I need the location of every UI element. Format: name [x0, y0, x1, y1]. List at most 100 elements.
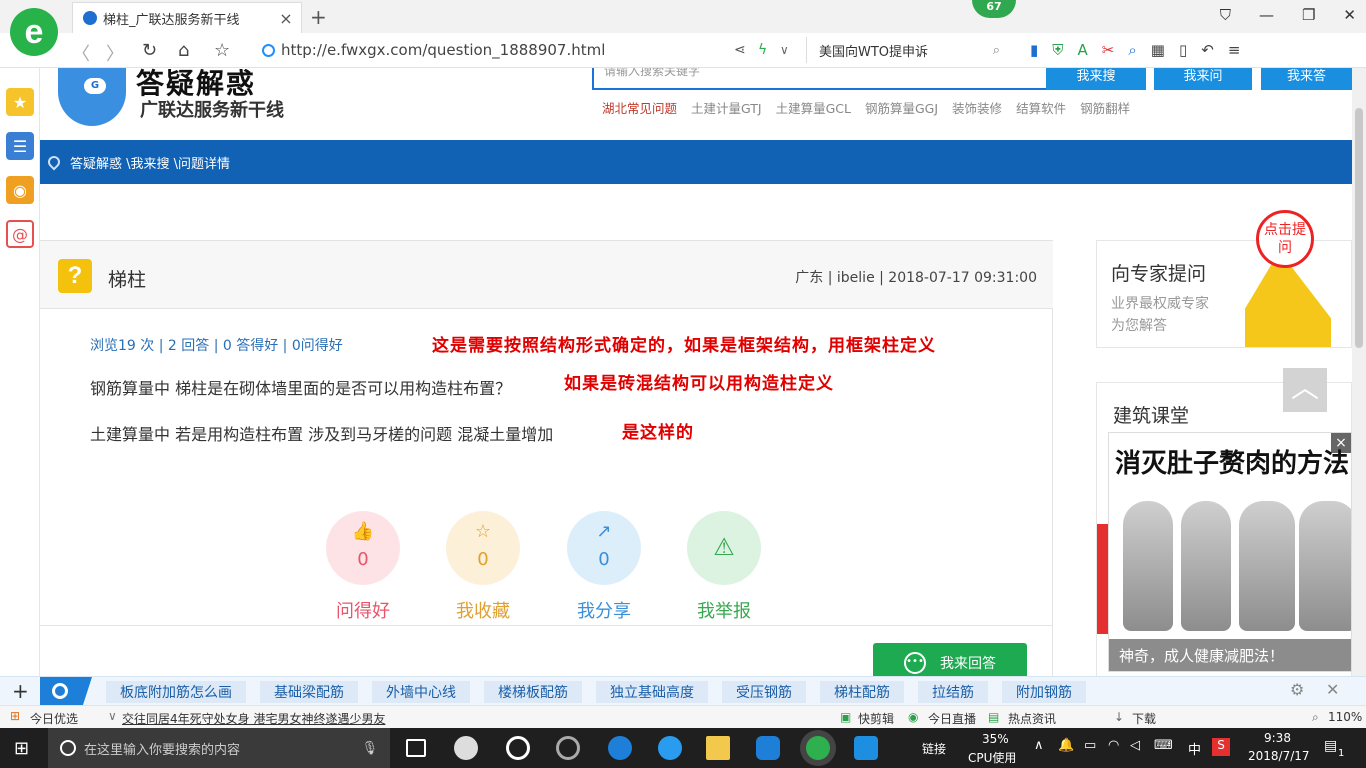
microphone-icon[interactable]: 🎙 [361, 741, 378, 756]
hotlink[interactable]: 结算软件 [1016, 98, 1066, 117]
swirl-app-icon[interactable] [556, 736, 580, 760]
menu-icon[interactable]: ≡ [1228, 41, 1241, 59]
hotlink[interactable]: 钢筋算量GGJ [865, 98, 938, 117]
today-picks[interactable]: 今日优选 [30, 710, 78, 727]
hot-search-item[interactable]: 外墙中心线 [372, 681, 470, 703]
close-tab-icon[interactable]: × [277, 9, 295, 28]
notification-bell-icon[interactable]: 🔔 [1058, 738, 1074, 753]
keyboard-icon[interactable]: ⌨ [1154, 738, 1173, 753]
hotlink[interactable]: 湖北常见问题 [602, 98, 677, 117]
hotlink[interactable]: 钢筋翻样 [1080, 98, 1130, 117]
ie-mode-icon[interactable]: ▮ [1030, 41, 1038, 59]
forward-icon[interactable]: 〉 [106, 40, 124, 66]
battery-icon[interactable]: ▭ [1084, 738, 1096, 753]
scissors-icon[interactable]: ✂ [1102, 41, 1115, 59]
hot-search-item[interactable]: 板底附加筋怎么画 [106, 681, 246, 703]
status-item[interactable]: 下载 [1132, 710, 1156, 727]
ime-indicator[interactable]: 中 [1188, 739, 1201, 758]
ask-button[interactable]: 我来问 [1154, 68, 1252, 90]
site-logo[interactable]: G 答疑解惑 广联达服务新干线 [48, 68, 298, 132]
ad-banner[interactable]: × 消灭肚子赘肉的方法 神奇，成人健康减肥法！ [1108, 432, 1352, 672]
active-browser-icon[interactable] [806, 736, 830, 760]
wifi-icon[interactable]: ◠ [1108, 738, 1119, 753]
search-button[interactable]: 我来搜 [1046, 68, 1146, 90]
ask-expert-panel[interactable]: 向专家提问 业界最权威专家 为您解答 [1096, 240, 1352, 348]
ie-icon[interactable] [658, 736, 682, 760]
favorites-star-icon[interactable]: ★ [6, 88, 34, 116]
task-view-icon[interactable] [406, 739, 426, 757]
volume-icon[interactable]: ◁ [1130, 738, 1140, 753]
zoom-level[interactable]: 110% [1328, 710, 1362, 724]
breadcrumb-text[interactable]: 答疑解惑 \我来搜 \问题详情 [70, 153, 230, 172]
back-icon[interactable]: 〈 [72, 40, 90, 66]
report-button[interactable]: ⚠ 我举报 [686, 511, 762, 623]
translate-icon[interactable]: A [1078, 41, 1088, 59]
hot-search-item[interactable]: 梯柱配筋 [820, 681, 904, 703]
mail-at-icon[interactable]: @ [6, 220, 34, 248]
minimize-button[interactable]: — [1259, 6, 1274, 24]
browser-logo-icon[interactable]: e [10, 8, 58, 56]
search-box[interactable]: 美国向WTO提申诉 ⌕ [806, 37, 1006, 63]
back-to-top-button[interactable]: ︿ [1283, 368, 1327, 412]
reload-icon[interactable]: ↻ [142, 40, 157, 61]
status-item[interactable]: 今日直播 [928, 710, 976, 727]
hotlink[interactable]: 土建算量GCL [776, 98, 851, 117]
hot-search-item[interactable]: 基础梁配筋 [260, 681, 358, 703]
status-item[interactable]: 快剪辑 [858, 710, 894, 727]
news-ticker[interactable]: 交往同居4年死守处女身 港宅男女神终遂遇少男友 [122, 710, 385, 727]
settings-gear-icon[interactable]: ⚙ [1290, 680, 1304, 699]
magnifier-icon[interactable]: ⌕ [1128, 41, 1136, 59]
close-window-button[interactable]: ✕ [1343, 6, 1356, 24]
action-center-icon[interactable]: ▤ [1324, 738, 1337, 754]
star-icon[interactable]: ☆ [214, 40, 230, 61]
url-field[interactable]: http://e.fwxgx.com/question_1888907.html [262, 41, 605, 59]
hot-search-item[interactable]: 受压钢筋 [722, 681, 806, 703]
page-scrollbar[interactable] [1352, 68, 1366, 676]
add-icon[interactable]: + [12, 679, 29, 703]
shield-icon[interactable]: ⛨ [1052, 41, 1063, 59]
clock-time[interactable]: 9:38 [1264, 731, 1291, 745]
chevron-down-icon[interactable]: ∨ [780, 43, 789, 57]
search-circle-icon[interactable] [40, 677, 92, 706]
hot-search-item[interactable]: 楼梯板配筋 [484, 681, 582, 703]
status-item[interactable]: 热点资讯 [1008, 710, 1056, 727]
share-button[interactable]: ↗ 0 我分享 [566, 511, 642, 623]
hot-search-item[interactable]: 附加钢筋 [1002, 681, 1086, 703]
shirt-icon[interactable]: ⛉ [1220, 6, 1231, 24]
site-search-input[interactable]: 请输入搜索关键字 [592, 68, 1048, 90]
reading-list-icon[interactable]: ☰ [6, 132, 34, 160]
apps-icon[interactable]: ▦ [1151, 41, 1165, 59]
close-hotbar-icon[interactable]: ✕ [1326, 680, 1339, 699]
scrollbar-thumb[interactable] [1355, 108, 1363, 348]
cross-app-icon[interactable] [854, 736, 878, 760]
browser-tab[interactable]: 梯柱_广联达服务新干线 × [72, 2, 302, 33]
share-icon[interactable]: ⋖ [734, 42, 746, 58]
pinwheel-app-icon[interactable] [454, 736, 478, 760]
answer-top-button[interactable]: 我来答 [1261, 68, 1352, 90]
hotlink[interactable]: 装饰装修 [952, 98, 1002, 117]
lightning-icon[interactable]: ϟ [758, 42, 767, 58]
clock-date[interactable]: 2018/7/17 [1248, 749, 1310, 763]
new-tab-button[interactable]: + [310, 5, 327, 29]
weibo-icon[interactable]: ◉ [6, 176, 34, 204]
hotlink[interactable]: 土建计量GTJ [691, 98, 762, 117]
answer-button[interactable]: ••• 我来回答 [873, 643, 1027, 676]
home-icon[interactable]: ⌂ [178, 40, 189, 61]
link-label[interactable]: 链接 [922, 740, 946, 757]
favorite-button[interactable]: ☆ 0 我收藏 [445, 511, 521, 623]
restore-button[interactable]: ❐ [1302, 6, 1315, 24]
edge-icon[interactable] [608, 736, 632, 760]
hot-search-item[interactable]: 独立基础高度 [596, 681, 708, 703]
browser-e-icon[interactable] [506, 736, 530, 760]
glodon-g-icon[interactable] [756, 736, 780, 760]
phone-icon[interactable]: ▯ [1179, 41, 1187, 59]
sogou-ime-icon[interactable]: S [1212, 738, 1230, 756]
search-icon[interactable]: ⌕ [993, 43, 1000, 58]
tray-chevron-up-icon[interactable]: ∧ [1034, 738, 1044, 753]
undo-icon[interactable]: ↶ [1201, 41, 1214, 59]
file-explorer-icon[interactable] [706, 736, 730, 760]
notification-badge[interactable]: 67 [972, 0, 1016, 18]
click-ask-bubble[interactable]: 点击提问 [1256, 210, 1314, 268]
taskbar-search[interactable]: 在这里输入你要搜索的内容 🎙 [48, 728, 390, 768]
good-question-button[interactable]: 👍 0 问得好 [325, 511, 401, 623]
